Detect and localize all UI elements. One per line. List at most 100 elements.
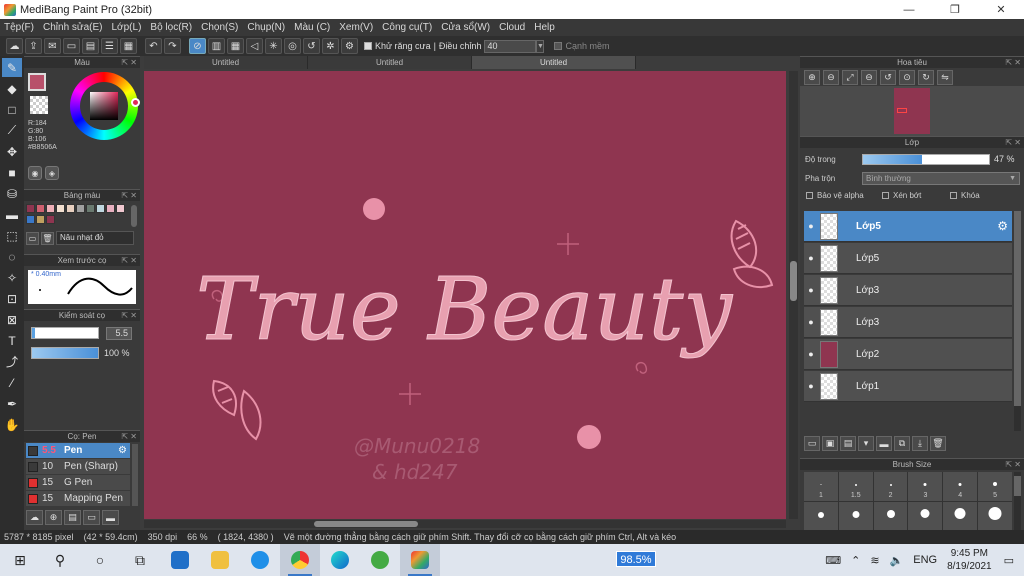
visibility-icon[interactable]: ● (804, 381, 818, 391)
palette-row1-swatch-5[interactable] (76, 204, 85, 213)
windows-start-icon[interactable]: ⊞ (0, 544, 40, 576)
volume-icon[interactable]: 🔈 (890, 554, 904, 567)
gradient-tool-icon[interactable]: ▬ (2, 205, 22, 224)
layer-row-1[interactable]: ● Lớp5 (804, 243, 1012, 274)
operation-tool-icon[interactable]: ⤴ (2, 352, 22, 371)
menu-capture[interactable]: Chụp(N) (247, 22, 285, 33)
color-slider-mode-icon[interactable]: ◈ (45, 166, 59, 180)
menu-layer[interactable]: Lớp(L) (112, 22, 142, 33)
new-halftone-layer-icon[interactable]: ▣ (822, 436, 838, 451)
notification-icon[interactable]: ▭ (1004, 554, 1014, 567)
parallel-snap-icon[interactable]: ▥ (208, 38, 225, 54)
canvas-horizontal-scrollbar[interactable] (144, 520, 786, 528)
redo-icon[interactable]: ↷ (164, 38, 181, 54)
palette-row2-swatch-0[interactable] (26, 215, 35, 224)
select-tool-icon[interactable]: ⬚ (2, 226, 22, 245)
brush-size-7[interactable] (804, 501, 838, 530)
palette-row1-swatch-3[interactable] (56, 204, 65, 213)
chevron-up-icon[interactable]: ⌃ (851, 554, 860, 567)
coccoc-icon[interactable] (360, 544, 400, 576)
layer-row-4[interactable]: ● Lớp2 (804, 339, 1012, 370)
palette-row1-swatch-1[interactable] (36, 204, 45, 213)
menu-color[interactable]: Màu (C) (294, 22, 330, 33)
doc-tab-2[interactable]: Untitled (308, 56, 472, 69)
cross-snap-icon[interactable]: ▦ (227, 38, 244, 54)
brush-size-2[interactable]: 2 (873, 472, 908, 501)
bucket-tool-icon[interactable]: ⛁ (2, 184, 22, 203)
color-wheel-mode-icon[interactable]: ◉ (28, 166, 42, 180)
gear-snap-icon[interactable]: ✲ (322, 38, 339, 54)
mail-icon[interactable] (160, 544, 200, 576)
brush-size-1[interactable]: 1 (804, 472, 838, 501)
visibility-icon[interactable]: ● (804, 221, 818, 231)
brush-size-5[interactable]: 5 (978, 472, 1012, 501)
curve-snap-icon[interactable]: ↺ (303, 38, 320, 54)
add-brush-icon[interactable]: ⊕ (45, 510, 62, 525)
lock-checkbox[interactable]: Khóa (950, 191, 980, 200)
close-button[interactable]: ✕ (978, 0, 1024, 19)
color-wheel[interactable] (70, 72, 140, 140)
menu-cloud[interactable]: Cloud (499, 22, 525, 33)
cloud-brush-icon[interactable]: ☁ (26, 510, 43, 525)
layer-row-0[interactable]: ● Lớp5 ⚙ (804, 211, 1012, 242)
medibang-icon[interactable] (400, 544, 440, 576)
flip-icon[interactable]: ⇋ (937, 69, 953, 85)
brush-size-1-5[interactable]: 1.5 (838, 472, 873, 501)
fill-rect-tool-icon[interactable]: ■ (2, 163, 22, 182)
layer-row-2[interactable]: ● Lớp3 (804, 275, 1012, 306)
canvas-vertical-scrollbar[interactable] (789, 71, 798, 519)
snap-off-icon[interactable]: ⊘ (189, 38, 206, 54)
hue-knob[interactable] (131, 98, 140, 107)
navigator-preview[interactable] (800, 86, 1024, 136)
brush-page-icon[interactable]: ▭ (83, 510, 100, 525)
file-explorer-icon[interactable] (200, 544, 240, 576)
undo-icon[interactable]: ↶ (145, 38, 162, 54)
brush-item-pen-sharp[interactable]: 10 Pen (Sharp) (26, 459, 130, 474)
zalo-icon[interactable] (240, 544, 280, 576)
clipping-checkbox[interactable]: Xén bớt (882, 191, 921, 200)
brush-item-g-pen[interactable]: 15 G Pen (26, 475, 130, 490)
fit-icon[interactable]: ⤢ (842, 69, 858, 85)
clock[interactable]: 9:45 PM 8/19/2021 (947, 547, 992, 573)
select-eraser-tool-icon[interactable]: ⊠ (2, 310, 22, 329)
share-icon[interactable]: ⇪ (25, 38, 42, 54)
visibility-icon[interactable]: ● (804, 253, 818, 263)
brush-size-3[interactable]: 3 (908, 472, 943, 501)
menu-filter[interactable]: Bộ lọc(R) (150, 22, 192, 33)
merge-layer-icon[interactable]: ⤓ (912, 436, 928, 451)
brush-folder-icon[interactable]: ▬ (102, 510, 119, 525)
palette-row1-swatch-6[interactable] (86, 204, 95, 213)
rotate-left-icon[interactable]: ↺ (880, 69, 896, 85)
palette-row1-swatch-8[interactable] (106, 204, 115, 213)
menu-select[interactable]: Chọn(S) (201, 22, 238, 33)
cortana-icon[interactable]: ○ (80, 544, 120, 576)
move-tool-icon[interactable]: ✥ (2, 142, 22, 161)
drawing-canvas[interactable]: True Beauty @Munu0218 & hd247 (144, 71, 786, 519)
rotate-reset-icon[interactable]: ⊙ (899, 69, 915, 85)
chat-icon[interactable]: ✉ (44, 38, 61, 54)
rect-tool-icon[interactable]: □ (2, 100, 22, 119)
brush-list-scrollbar[interactable] (132, 444, 138, 506)
protect-alpha-checkbox[interactable]: Bảo vệ alpha (806, 191, 864, 200)
chrome-icon[interactable] (280, 544, 320, 576)
new-layer-menu-icon[interactable]: ▾ (858, 436, 874, 451)
doc-tab-1[interactable]: Untitled (144, 56, 308, 69)
palette-delete-icon[interactable]: 🗑 (41, 231, 54, 245)
layer-row-3[interactable]: ● Lớp3 (804, 307, 1012, 338)
brush-size-10[interactable] (838, 501, 873, 530)
comment-icon[interactable]: ▭ (63, 38, 80, 54)
palette-row2-swatch-2[interactable] (46, 215, 55, 224)
search-icon[interactable]: ⚲ (40, 544, 80, 576)
magic-wand-tool-icon[interactable]: ✧ (2, 268, 22, 287)
antialias-checkbox[interactable] (364, 42, 372, 50)
palette-scrollbar[interactable] (131, 205, 137, 227)
menu-view[interactable]: Xem(V) (339, 22, 373, 33)
cloud-icon[interactable]: ☁ (6, 38, 23, 54)
select-pen-tool-icon[interactable]: ⊡ (2, 289, 22, 308)
minimize-button[interactable]: — (886, 0, 932, 19)
chevron-down-icon[interactable]: ▼ (536, 39, 545, 53)
palette-row1-swatch-7[interactable] (96, 204, 105, 213)
blend-mode-select[interactable]: Bình thường ▼ (862, 172, 1020, 185)
task-view-icon[interactable]: ⧉ (120, 544, 160, 576)
brush-size-12[interactable] (873, 501, 908, 530)
